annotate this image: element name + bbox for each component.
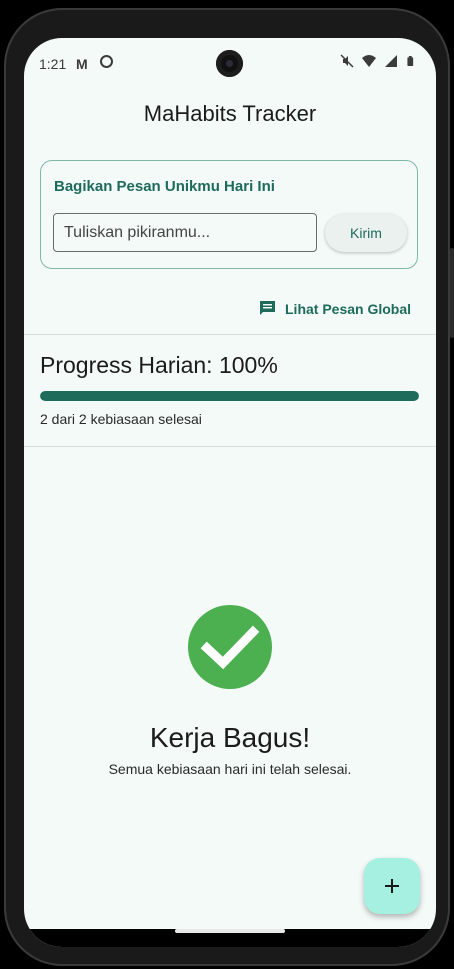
home-gesture-handle[interactable] xyxy=(175,929,285,933)
message-card-title: Bagikan Pesan Unikmu Hari Ini xyxy=(54,178,275,195)
message-input[interactable] xyxy=(53,213,317,252)
divider-bottom xyxy=(24,446,436,447)
app-screen: 1:21 M MaHabits Tracker Bagikan Pesan Un… xyxy=(24,38,436,947)
send-button[interactable]: Kirim xyxy=(325,214,407,252)
notification-icon xyxy=(100,55,113,68)
app-title: MaHabits Tracker xyxy=(143,101,317,126)
view-global-messages-label: Lihat Pesan Global xyxy=(285,300,412,317)
progress-bar xyxy=(40,391,419,401)
power-button xyxy=(450,248,454,338)
wifi-icon xyxy=(362,55,376,67)
message-icon xyxy=(260,301,275,315)
phone-frame: 1:21 M MaHabits Tracker Bagikan Pesan Un… xyxy=(4,8,454,966)
check-circle-icon xyxy=(188,605,272,689)
add-habit-button[interactable] xyxy=(364,858,420,914)
view-global-messages-button[interactable]: Lihat Pesan Global xyxy=(259,300,411,317)
status-icons xyxy=(340,54,416,68)
completion-title: Kerja Bagus! xyxy=(149,722,311,753)
progress-summary: 2 dari 2 kebiasaan selesai xyxy=(40,411,202,427)
status-time: 1:21 xyxy=(39,56,67,72)
plus-icon xyxy=(385,879,399,893)
battery-icon xyxy=(407,56,414,66)
progress-title: Progress Harian: 100% xyxy=(40,352,278,378)
gmail-icon: M xyxy=(76,56,88,72)
status-bar: 1:21 M xyxy=(24,38,436,88)
message-card: Bagikan Pesan Unikmu Hari Ini Kirim xyxy=(40,160,418,269)
signal-icon xyxy=(385,55,397,67)
divider-top xyxy=(24,334,436,335)
mute-icon xyxy=(340,54,354,68)
progress-bar-fill xyxy=(40,391,419,401)
completion-subtitle: Semua kebiasaan hari ini telah selesai. xyxy=(108,761,352,777)
front-camera xyxy=(216,50,243,77)
